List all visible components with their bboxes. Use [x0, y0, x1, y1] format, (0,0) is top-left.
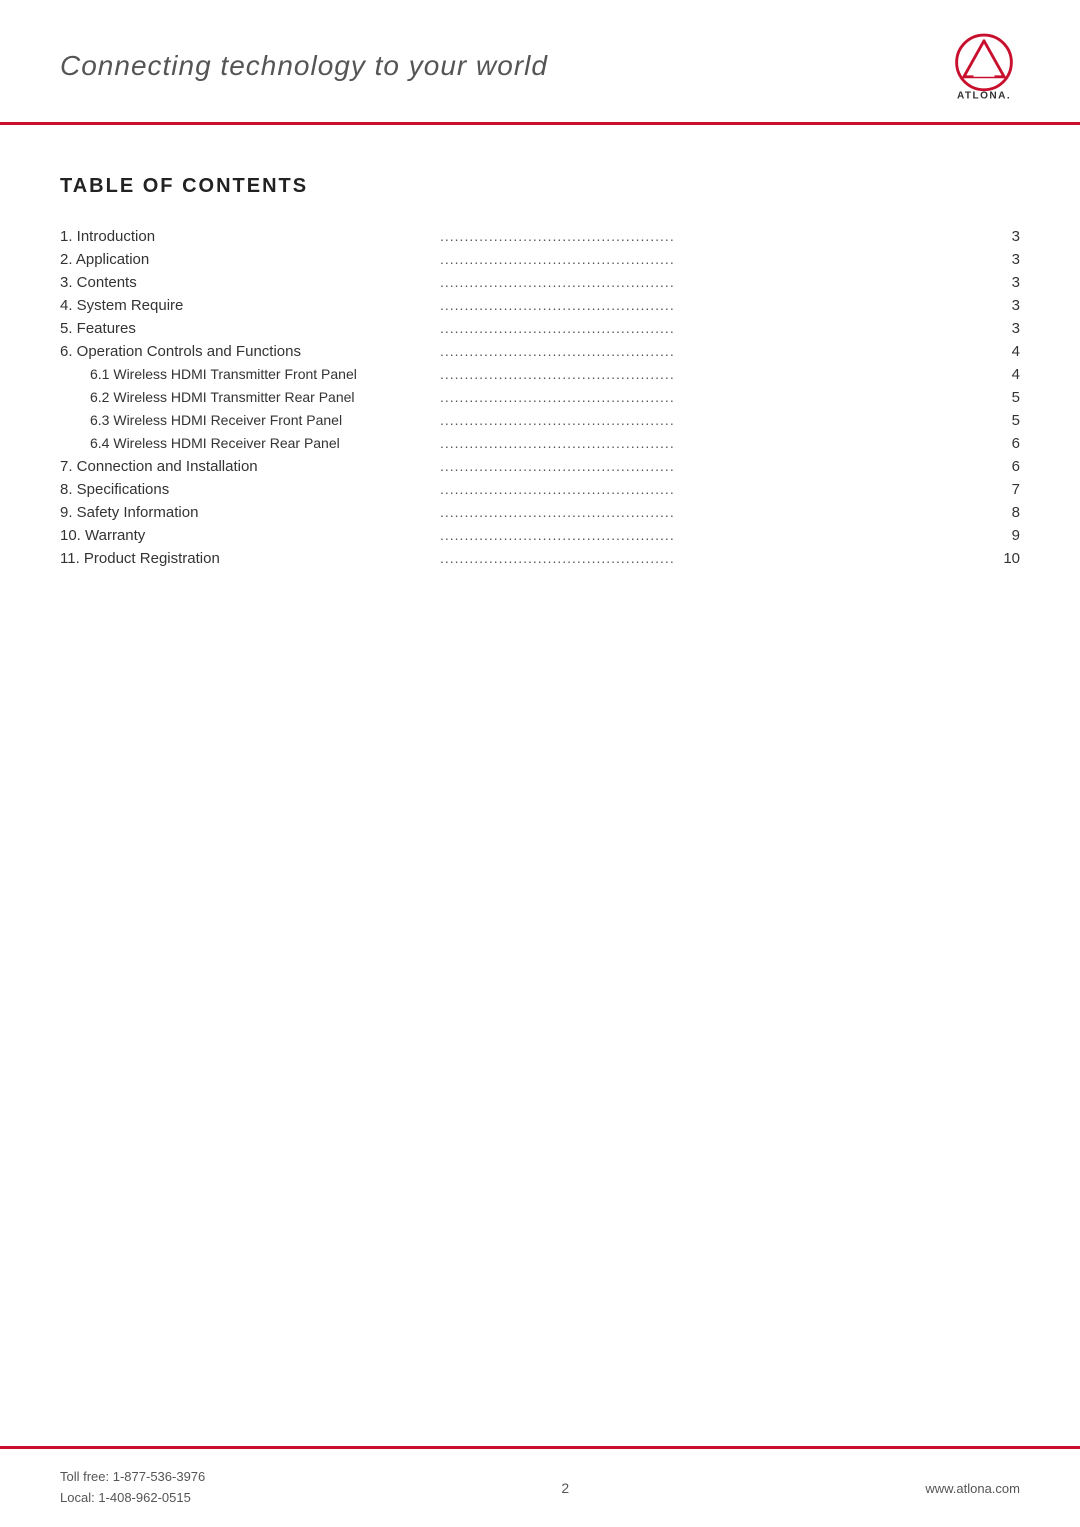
toc-entry-dots: ........................................… — [440, 228, 990, 244]
toc-entry-page: 6 — [990, 435, 1020, 452]
toc-list: 1. Introduction.........................… — [60, 228, 1020, 567]
toc-row: 1. Introduction.........................… — [60, 228, 1020, 245]
toc-entry-label: 1. Introduction — [60, 228, 440, 245]
toc-row: 4. System Require.......................… — [60, 297, 1020, 314]
toc-entry-page: 5 — [990, 412, 1020, 429]
main-content: TABLE OF CONTENTS 1. Introduction.......… — [0, 125, 1080, 613]
toc-row: 11. Product Registration................… — [60, 550, 1020, 567]
toc-entry-page: 3 — [990, 297, 1020, 314]
local-line: Local: 1-408-962-0515 — [60, 1488, 205, 1509]
footer-website: www.atlona.com — [925, 1481, 1020, 1496]
toll-free-line: Toll free: 1-877-536-3976 — [60, 1467, 205, 1488]
toc-entry-dots: ........................................… — [440, 343, 990, 359]
toc-entry-page: 4 — [990, 366, 1020, 383]
toll-free-number: 1-877-536-3976 — [113, 1469, 206, 1484]
toc-row: 9. Safety Information...................… — [60, 504, 1020, 521]
footer-page-number: 2 — [561, 1480, 569, 1496]
toc-entry-page: 3 — [990, 320, 1020, 337]
toc-row: 6.3 Wireless HDMI Receiver Front Panel..… — [60, 412, 1020, 429]
toc-entry-dots: ........................................… — [440, 366, 990, 382]
svg-text:ATLONA.: ATLONA. — [957, 90, 1011, 101]
toc-row: 6.1 Wireless HDMI Transmitter Front Pane… — [60, 366, 1020, 383]
page-footer: Toll free: 1-877-536-3976 Local: 1-408-9… — [0, 1446, 1080, 1527]
header-tagline: Connecting technology to your world — [60, 50, 548, 82]
toc-entry-label: 7. Connection and Installation — [60, 458, 440, 475]
toc-title: TABLE OF CONTENTS — [60, 175, 1020, 198]
toc-entry-dots: ........................................… — [440, 320, 990, 336]
toc-entry-page: 5 — [990, 389, 1020, 406]
toc-row: 3. Contents.............................… — [60, 274, 1020, 291]
toc-row: 6.2 Wireless HDMI Transmitter Rear Panel… — [60, 389, 1020, 406]
toc-entry-dots: ........................................… — [440, 458, 990, 474]
toc-row: 10. Warranty............................… — [60, 527, 1020, 544]
toc-entry-dots: ........................................… — [440, 274, 990, 290]
toc-entry-label: 6.1 Wireless HDMI Transmitter Front Pane… — [60, 366, 440, 382]
toc-row: 8. Specifications.......................… — [60, 481, 1020, 498]
toc-entry-dots: ........................................… — [440, 412, 990, 428]
toc-entry-label: 11. Product Registration — [60, 550, 440, 567]
toc-entry-dots: ........................................… — [440, 251, 990, 267]
local-label: Local: — [60, 1490, 98, 1505]
atlona-logo-icon: ATLONA. — [948, 30, 1020, 102]
toc-entry-label: 9. Safety Information — [60, 504, 440, 521]
toc-entry-label: 3. Contents — [60, 274, 440, 291]
toc-entry-page: 3 — [990, 274, 1020, 291]
toc-entry-dots: ........................................… — [440, 550, 990, 566]
toc-row: 5. Features.............................… — [60, 320, 1020, 337]
toc-row: 2. Application..........................… — [60, 251, 1020, 268]
toc-entry-page: 9 — [990, 527, 1020, 544]
toc-entry-dots: ........................................… — [440, 297, 990, 313]
toc-entry-label: 8. Specifications — [60, 481, 440, 498]
toc-entry-label: 6. Operation Controls and Functions — [60, 343, 440, 360]
page-header: Connecting technology to your world ATLO… — [0, 0, 1080, 125]
toc-entry-dots: ........................................… — [440, 527, 990, 543]
toc-entry-dots: ........................................… — [440, 481, 990, 497]
toc-entry-page: 6 — [990, 458, 1020, 475]
toll-free-label: Toll free: — [60, 1469, 113, 1484]
toc-entry-page: 3 — [990, 228, 1020, 245]
toc-entry-page: 10 — [990, 550, 1020, 567]
toc-entry-label: 10. Warranty — [60, 527, 440, 544]
local-number: 1-408-962-0515 — [98, 1490, 191, 1505]
toc-entry-page: 8 — [990, 504, 1020, 521]
toc-entry-dots: ........................................… — [440, 389, 990, 405]
toc-entry-dots: ........................................… — [440, 504, 990, 520]
toc-entry-dots: ........................................… — [440, 435, 990, 451]
toc-row: 6.4 Wireless HDMI Receiver Rear Panel...… — [60, 435, 1020, 452]
toc-row: 6. Operation Controls and Functions.....… — [60, 343, 1020, 360]
toc-entry-label: 2. Application — [60, 251, 440, 268]
toc-entry-label: 6.2 Wireless HDMI Transmitter Rear Panel — [60, 389, 440, 405]
toc-entry-label: 6.3 Wireless HDMI Receiver Front Panel — [60, 412, 440, 428]
footer-contact: Toll free: 1-877-536-3976 Local: 1-408-9… — [60, 1467, 205, 1509]
toc-entry-label: 5. Features — [60, 320, 440, 337]
toc-entry-label: 4. System Require — [60, 297, 440, 314]
toc-row: 7. Connection and Installation..........… — [60, 458, 1020, 475]
atlona-logo: ATLONA. — [948, 30, 1020, 102]
toc-entry-page: 3 — [990, 251, 1020, 268]
toc-entry-page: 4 — [990, 343, 1020, 360]
toc-entry-label: 6.4 Wireless HDMI Receiver Rear Panel — [60, 435, 440, 451]
toc-entry-page: 7 — [990, 481, 1020, 498]
